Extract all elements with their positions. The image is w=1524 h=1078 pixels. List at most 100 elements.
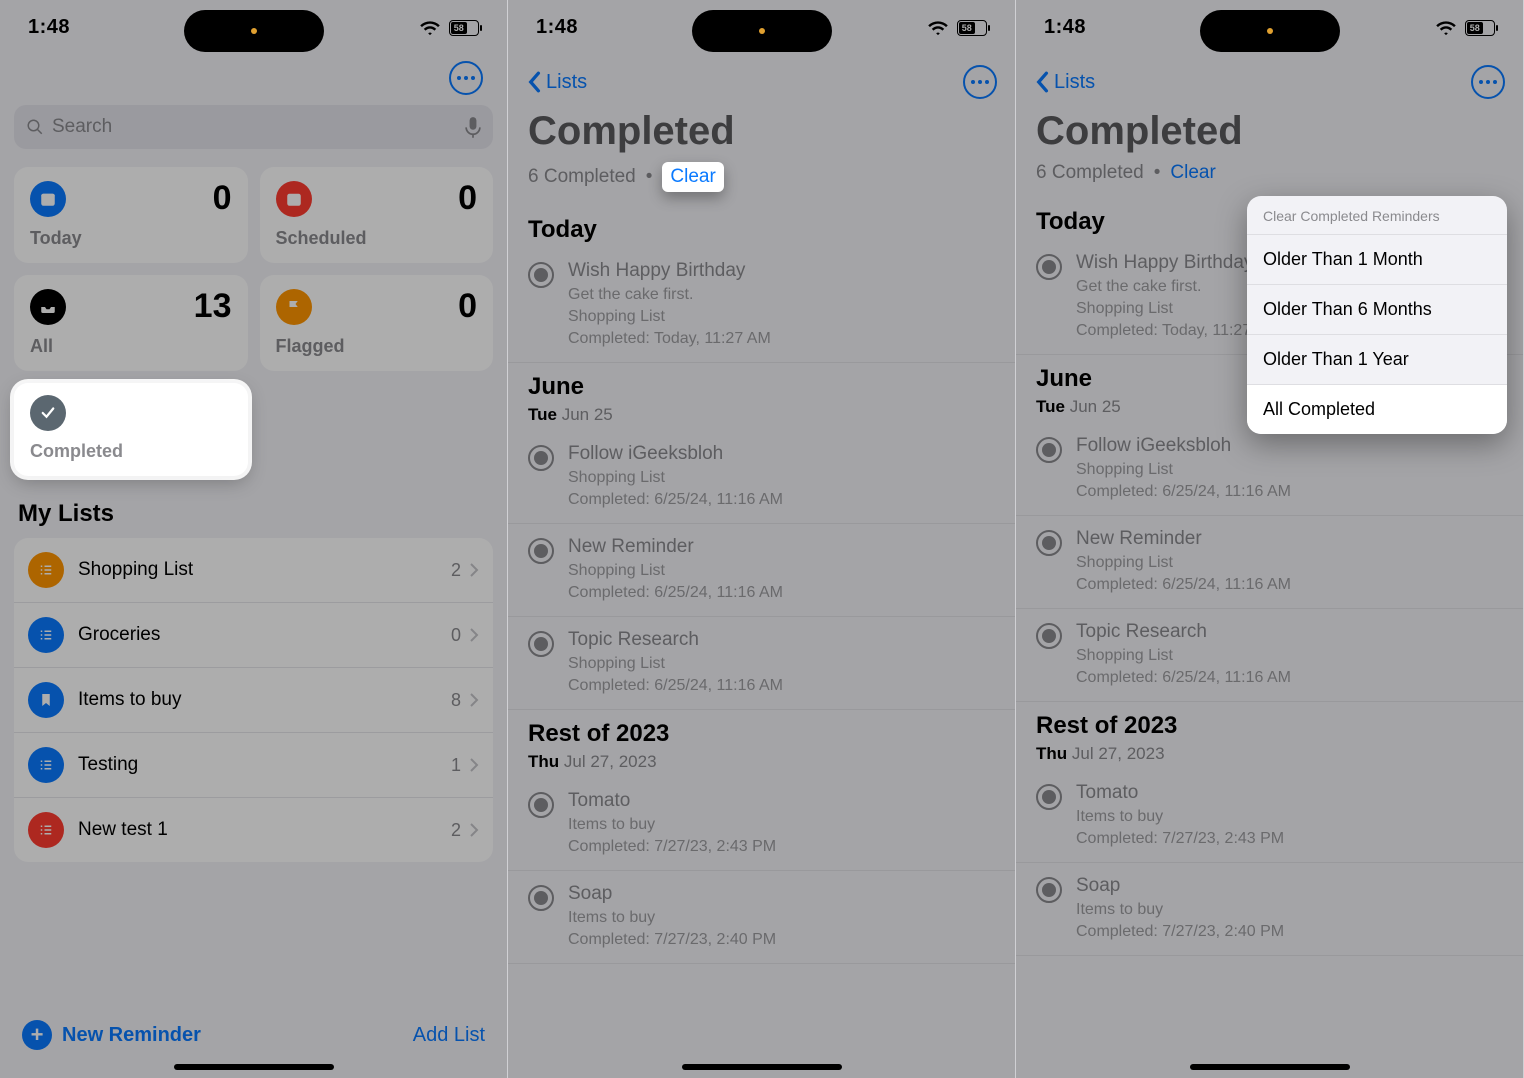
battery-icon: 58: [1465, 20, 1495, 36]
reminder-list: Shopping List: [1076, 647, 1291, 665]
tile-all-count: 13: [194, 287, 232, 326]
completion-circle-icon[interactable]: [528, 885, 554, 911]
reminder-list: Items to buy: [1076, 901, 1284, 919]
tile-flagged-count: 0: [458, 287, 477, 326]
search-input[interactable]: Search: [14, 105, 493, 149]
reminder-title: New Reminder: [1076, 528, 1291, 550]
status-time: 1:48: [536, 16, 578, 39]
reminder-list: Shopping List: [568, 655, 783, 673]
dynamic-island: [184, 10, 324, 52]
reminder-list: Shopping List: [568, 562, 783, 580]
completion-circle-icon[interactable]: [528, 631, 554, 657]
reminder-row[interactable]: Topic Research Shopping List Completed: …: [508, 617, 1015, 710]
reminder-row[interactable]: New Reminder Shopping List Completed: 6/…: [1016, 516, 1523, 609]
menu-header: Clear Completed Reminders: [1247, 196, 1507, 235]
completion-circle-icon[interactable]: [1036, 437, 1062, 463]
chevron-right-icon: [469, 822, 479, 838]
home-indicator[interactable]: [1190, 1064, 1350, 1070]
wifi-icon: [927, 20, 949, 36]
chevron-right-icon: [469, 692, 479, 708]
tile-scheduled-count: 0: [458, 179, 477, 218]
completion-circle-icon[interactable]: [1036, 784, 1062, 810]
reminder-title: Soap: [568, 883, 776, 905]
reminder-row[interactable]: Tomato Items to buy Completed: 7/27/23, …: [508, 778, 1015, 871]
list-name: Groceries: [78, 624, 160, 646]
tile-completed[interactable]: Completed: [14, 383, 248, 476]
list-row[interactable]: New test 1 2: [14, 797, 493, 862]
list-row[interactable]: Shopping List 2: [14, 538, 493, 602]
list-icon: [28, 617, 64, 653]
menu-option-older-6-months[interactable]: Older Than 6 Months: [1247, 285, 1507, 335]
flag-icon: [276, 289, 312, 325]
reminder-row[interactable]: New Reminder Shopping List Completed: 6/…: [508, 524, 1015, 617]
tile-completed-label: Completed: [30, 441, 232, 462]
status-time: 1:48: [1044, 16, 1086, 39]
completion-circle-icon[interactable]: [1036, 530, 1062, 556]
list-row[interactable]: Groceries 0: [14, 602, 493, 667]
completion-circle-icon[interactable]: [528, 792, 554, 818]
clear-button[interactable]: Clear: [670, 166, 715, 187]
list-row[interactable]: Testing 1: [14, 732, 493, 797]
completion-circle-icon[interactable]: [528, 262, 554, 288]
clear-button[interactable]: Clear: [1170, 162, 1215, 184]
tile-flagged[interactable]: 0 Flagged: [260, 275, 494, 371]
reminder-list: Shopping List: [568, 308, 771, 326]
tray-icon: [30, 289, 66, 325]
menu-option-older-1-month[interactable]: Older Than 1 Month: [1247, 235, 1507, 285]
back-button[interactable]: Lists: [1034, 71, 1095, 94]
calendar-icon: [276, 181, 312, 217]
search-icon: [26, 118, 44, 136]
tile-all[interactable]: 13 All: [14, 275, 248, 371]
mic-icon[interactable]: [465, 116, 481, 139]
back-label: Lists: [546, 71, 587, 94]
search-placeholder: Search: [52, 116, 112, 138]
list-row[interactable]: Items to buy 8: [14, 667, 493, 732]
screen-clear-menu: 1:48 58 Lists Completed 6 Completed • Cl…: [1016, 0, 1524, 1078]
add-list-button[interactable]: Add List: [413, 1024, 485, 1047]
tile-today[interactable]: 0 Today: [14, 167, 248, 263]
list-name: New test 1: [78, 819, 168, 841]
completed-count: 6 Completed: [528, 166, 636, 188]
new-reminder-button[interactable]: + New Reminder: [22, 1020, 201, 1050]
reminder-list: Shopping List: [568, 469, 783, 487]
menu-option-all-completed[interactable]: All Completed: [1247, 385, 1507, 434]
tile-scheduled[interactable]: 0 Scheduled: [260, 167, 494, 263]
reminder-title: Topic Research: [1076, 621, 1291, 643]
reminder-completed: Completed: 7/27/23, 2:40 PM: [1076, 923, 1284, 941]
list-name: Testing: [78, 754, 138, 776]
completion-circle-icon[interactable]: [528, 445, 554, 471]
mylists-header: My Lists: [18, 500, 489, 528]
completion-circle-icon[interactable]: [1036, 254, 1062, 280]
reminder-row[interactable]: Wish Happy Birthday Get the cake first. …: [508, 248, 1015, 363]
mylists-card: Shopping List 2 Groceries 0 Items to buy…: [14, 538, 493, 862]
reminder-row[interactable]: Soap Items to buy Completed: 7/27/23, 2:…: [1016, 863, 1523, 956]
completion-circle-icon[interactable]: [1036, 877, 1062, 903]
more-options-button[interactable]: [449, 61, 483, 95]
menu-option-older-1-year[interactable]: Older Than 1 Year: [1247, 335, 1507, 385]
more-options-button[interactable]: [1471, 65, 1505, 99]
completion-circle-icon[interactable]: [1036, 623, 1062, 649]
reminder-row[interactable]: Soap Items to buy Completed: 7/27/23, 2:…: [508, 871, 1015, 964]
calendar-icon: [30, 181, 66, 217]
reminder-row[interactable]: Follow iGeeksbloh Shopping List Complete…: [1016, 423, 1523, 516]
home-indicator[interactable]: [682, 1064, 842, 1070]
page-title: Completed: [508, 105, 1015, 158]
reminder-title: Soap: [1076, 875, 1284, 897]
section-header: June: [508, 363, 1015, 405]
section-subheader: Tue Jun 25: [508, 405, 1015, 431]
reminder-row[interactable]: Topic Research Shopping List Completed: …: [1016, 609, 1523, 702]
reminder-note: Get the cake first.: [568, 286, 771, 304]
reminder-completed: Completed: Today, 11:27 AM: [568, 330, 771, 348]
back-button[interactable]: Lists: [526, 71, 587, 94]
completion-circle-icon[interactable]: [528, 538, 554, 564]
reminder-completed: Completed: 6/25/24, 11:16 AM: [1076, 669, 1291, 687]
screen-reminders-home: 1:48 58 Search 0 Today: [0, 0, 508, 1078]
reminder-completed: Completed: 6/25/24, 11:16 AM: [568, 584, 783, 602]
section-header: Rest of 2023: [508, 710, 1015, 752]
more-options-button[interactable]: [963, 65, 997, 99]
reminder-row[interactable]: Follow iGeeksbloh Shopping List Complete…: [508, 431, 1015, 524]
home-indicator[interactable]: [174, 1064, 334, 1070]
reminder-row[interactable]: Tomato Items to buy Completed: 7/27/23, …: [1016, 770, 1523, 863]
new-reminder-label: New Reminder: [62, 1024, 201, 1047]
reminder-list: Items to buy: [568, 909, 776, 927]
